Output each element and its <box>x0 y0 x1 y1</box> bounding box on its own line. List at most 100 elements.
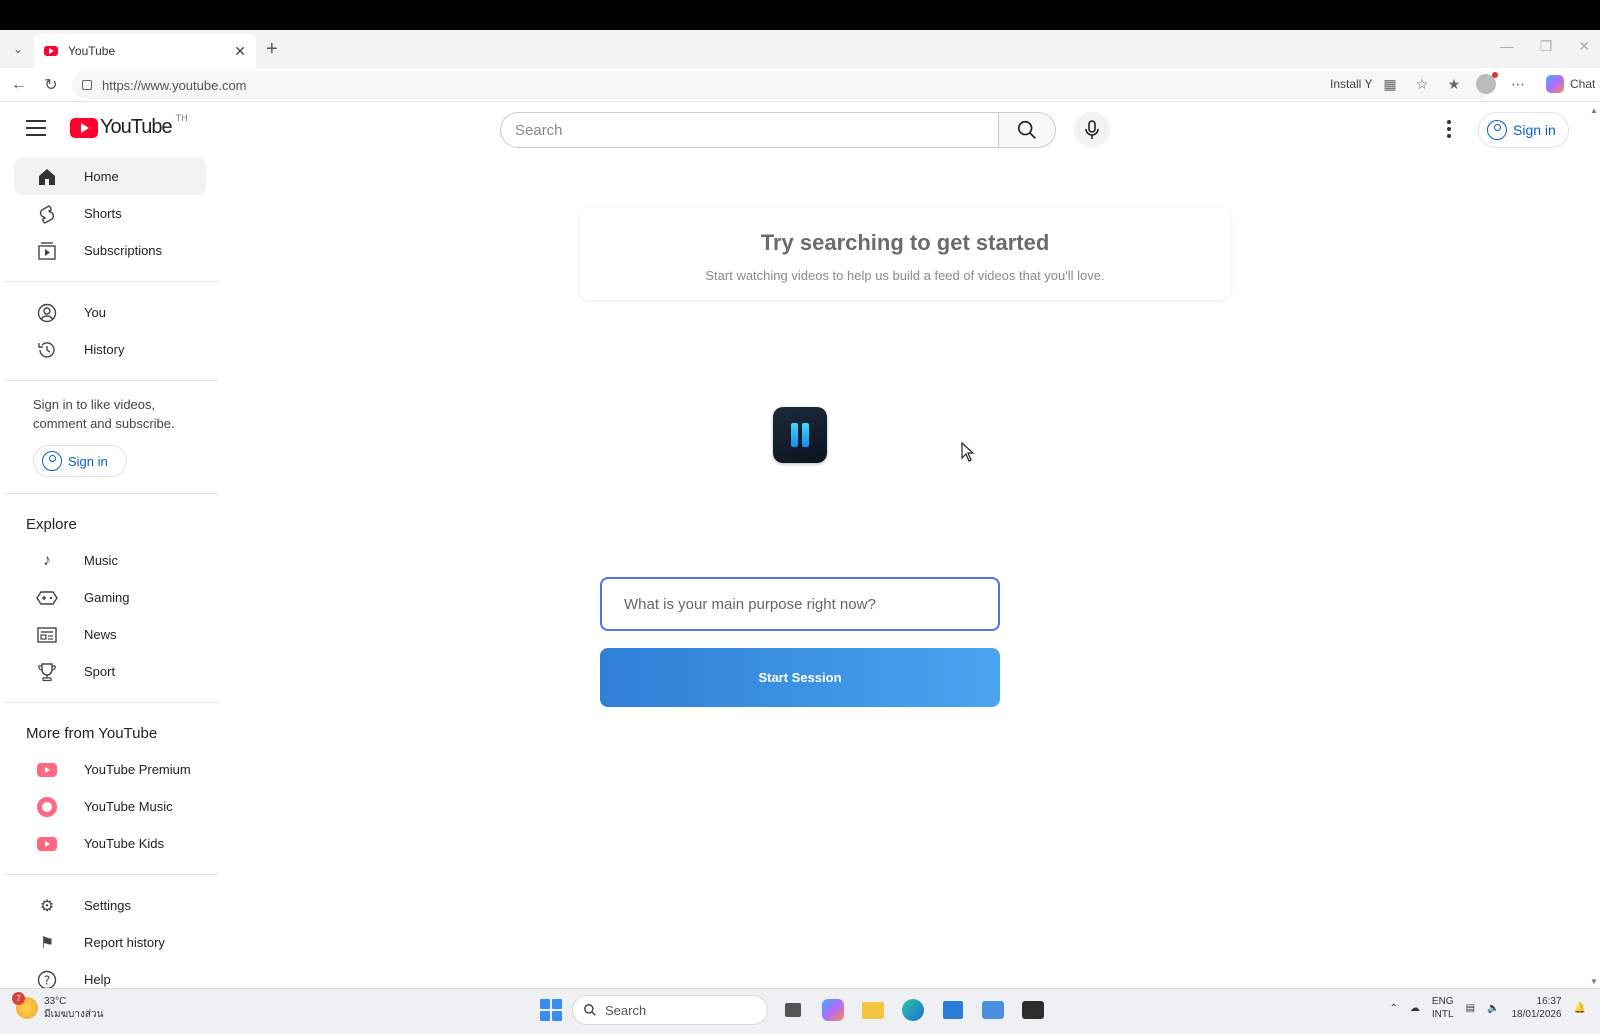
sidebar-divider <box>4 281 218 282</box>
voice-search-button[interactable] <box>1074 112 1110 148</box>
youtube-logo[interactable]: YouTube TH <box>70 113 188 139</box>
close-window-icon[interactable]: ✕ <box>1578 38 1590 55</box>
taskbar-apps: Search <box>540 995 1048 1025</box>
signin-blurb: Sign in to like videos, comment and subs… <box>33 397 175 431</box>
scroll-up-arrow-icon[interactable]: ▲ <box>1590 106 1598 115</box>
purpose-input[interactable]: What is your main purpose right now? <box>600 577 1000 631</box>
sidebar-item-label: YouTube Premium <box>84 762 191 777</box>
profile-avatar-icon[interactable] <box>1476 72 1498 94</box>
back-arrow-icon[interactable]: ← <box>8 74 30 96</box>
search-input[interactable]: Search <box>500 112 998 148</box>
lang-top: ENG <box>1431 996 1454 1007</box>
tab-list-chevron-icon[interactable]: ⌄ <box>6 38 30 60</box>
minimize-icon[interactable]: — <box>1500 38 1514 55</box>
sidebar-signin-button[interactable]: Sign in <box>33 445 127 477</box>
favorite-star-icon[interactable]: ☆ <box>1412 74 1432 94</box>
sidebar-item-history[interactable]: History <box>14 331 206 368</box>
shorts-icon <box>36 203 58 225</box>
copilot-taskbar-icon[interactable] <box>818 995 848 1025</box>
windows-start-icon[interactable] <box>540 999 562 1021</box>
focus-app-pause-icon[interactable] <box>773 407 827 463</box>
clock-date: 18/01/2026 <box>1511 1009 1562 1020</box>
clock-time: 16:37 <box>1536 996 1562 1007</box>
sidebar-item-youtube-premium[interactable]: YouTube Premium <box>14 751 206 788</box>
taskbar-search[interactable]: Search <box>572 995 768 1025</box>
sidebar-item-label: Settings <box>84 898 131 913</box>
signin-label: Sign in <box>1513 122 1556 138</box>
volume-icon[interactable]: 🔈 <box>1487 1003 1499 1014</box>
tab-strip: ⌄ YouTube ✕ + — ❐ ✕ <box>0 30 1600 68</box>
search-bar: Search <box>500 112 1110 148</box>
clock[interactable]: 16:37 18/01/2026 <box>1511 995 1561 1021</box>
search-icon <box>1017 120 1036 139</box>
home-icon <box>36 166 58 188</box>
edge-browser-icon[interactable] <box>898 995 928 1025</box>
screen-top-bar <box>0 0 1600 30</box>
network-icon[interactable]: ▤ <box>1466 1003 1475 1014</box>
sidebar-item-label: Gaming <box>84 590 130 605</box>
sidebar-item-label: Music <box>84 553 118 568</box>
sidebar-item-home[interactable]: Home <box>14 158 206 195</box>
sidebar-item-report-history[interactable]: ⚑ Report history <box>14 924 206 961</box>
sidebar-item-shorts[interactable]: Shorts <box>14 195 206 232</box>
favorites-list-icon[interactable]: ★ <box>1444 74 1464 94</box>
app-install-icon[interactable]: ▦ <box>1380 74 1400 94</box>
sidebar-item-label: Help <box>84 972 111 987</box>
sidebar-item-you[interactable]: You <box>14 294 206 331</box>
cloud-off-icon[interactable]: ☁ <box>1410 1003 1420 1014</box>
history-icon <box>36 339 58 361</box>
file-explorer-icon[interactable] <box>858 995 888 1025</box>
sidebar-item-sport[interactable]: Sport <box>14 653 206 690</box>
user-circle-icon <box>42 451 62 471</box>
outlook-icon[interactable] <box>978 995 1008 1025</box>
sidebar-item-music[interactable]: ♪ Music <box>14 542 206 579</box>
search-button[interactable] <box>998 112 1056 148</box>
input-language[interactable]: ENG INTL <box>1432 995 1454 1021</box>
you-icon <box>36 302 58 324</box>
sidebar-item-youtube-music[interactable]: YouTube Music <box>14 788 206 825</box>
gaming-icon <box>36 587 58 609</box>
youtube-kids-icon <box>37 836 57 851</box>
hamburger-menu-icon[interactable] <box>26 120 46 136</box>
terminal-icon[interactable] <box>1018 995 1048 1025</box>
microphone-icon <box>1085 120 1099 139</box>
scroll-down-arrow-icon[interactable]: ▼ <box>1590 977 1598 986</box>
start-session-button[interactable]: Start Session <box>600 648 1000 707</box>
more-options-icon[interactable]: ⋯ <box>1508 74 1528 94</box>
weather-widget[interactable]: 7 33°C มีเมฆบางส่วน <box>12 992 104 1021</box>
new-tab-plus-icon[interactable]: + <box>266 38 278 60</box>
tab-youtube[interactable]: YouTube ✕ <box>34 34 256 68</box>
system-tray: ⌃ ☁ ENG INTL ▤ 🔈 16:37 18/01/2026 🔔 <box>1390 995 1586 1021</box>
sidebar-item-label: Report history <box>84 935 165 950</box>
sidebar-divider <box>4 702 218 703</box>
maximize-icon[interactable]: ❐ <box>1540 38 1553 55</box>
try-searching-subtitle: Start watching videos to help us build a… <box>705 268 1105 283</box>
header-signin-button[interactable]: Sign in <box>1478 112 1569 148</box>
microsoft-store-icon[interactable] <box>938 995 968 1025</box>
sidebar-item-label: Shorts <box>84 206 122 221</box>
sidebar-item-youtube-kids[interactable]: YouTube Kids <box>14 825 206 862</box>
sidebar-item-label: You <box>84 305 106 320</box>
copilot-chat-button[interactable]: Chat <box>1546 75 1595 93</box>
task-view-icon[interactable] <box>778 995 808 1025</box>
weather-desc: มีเมฆบางส่วน <box>44 1009 104 1020</box>
notification-bell-icon[interactable]: 🔔 <box>1574 1003 1586 1014</box>
sidebar-item-settings[interactable]: ⚙ Settings <box>14 887 206 924</box>
gear-icon: ⚙ <box>39 897 55 915</box>
more-from-youtube-heading: More from YouTube <box>26 724 158 742</box>
sidebar-item-subscriptions[interactable]: Subscriptions <box>14 232 206 269</box>
logo-word: YouTube <box>100 116 173 138</box>
settings-kebab-icon[interactable] <box>1447 120 1451 138</box>
tab-close-icon[interactable]: ✕ <box>234 43 246 60</box>
sidebar-item-gaming[interactable]: Gaming <box>14 579 206 616</box>
install-app-text[interactable]: Install Y <box>1330 77 1372 91</box>
page-scrollbar[interactable]: ▲ ▼ <box>1588 102 1600 988</box>
taskbar-search-placeholder: Search <box>605 1002 647 1018</box>
try-searching-card: Try searching to get started Start watch… <box>580 208 1230 300</box>
url-field[interactable]: https://www.youtube.com <box>72 71 1492 99</box>
youtube-premium-icon <box>37 762 57 777</box>
refresh-icon[interactable]: ↻ <box>40 74 62 96</box>
sidebar-item-news[interactable]: News <box>14 616 206 653</box>
sidebar-divider <box>4 493 218 494</box>
tray-chevron-up-icon[interactable]: ⌃ <box>1390 1003 1398 1014</box>
